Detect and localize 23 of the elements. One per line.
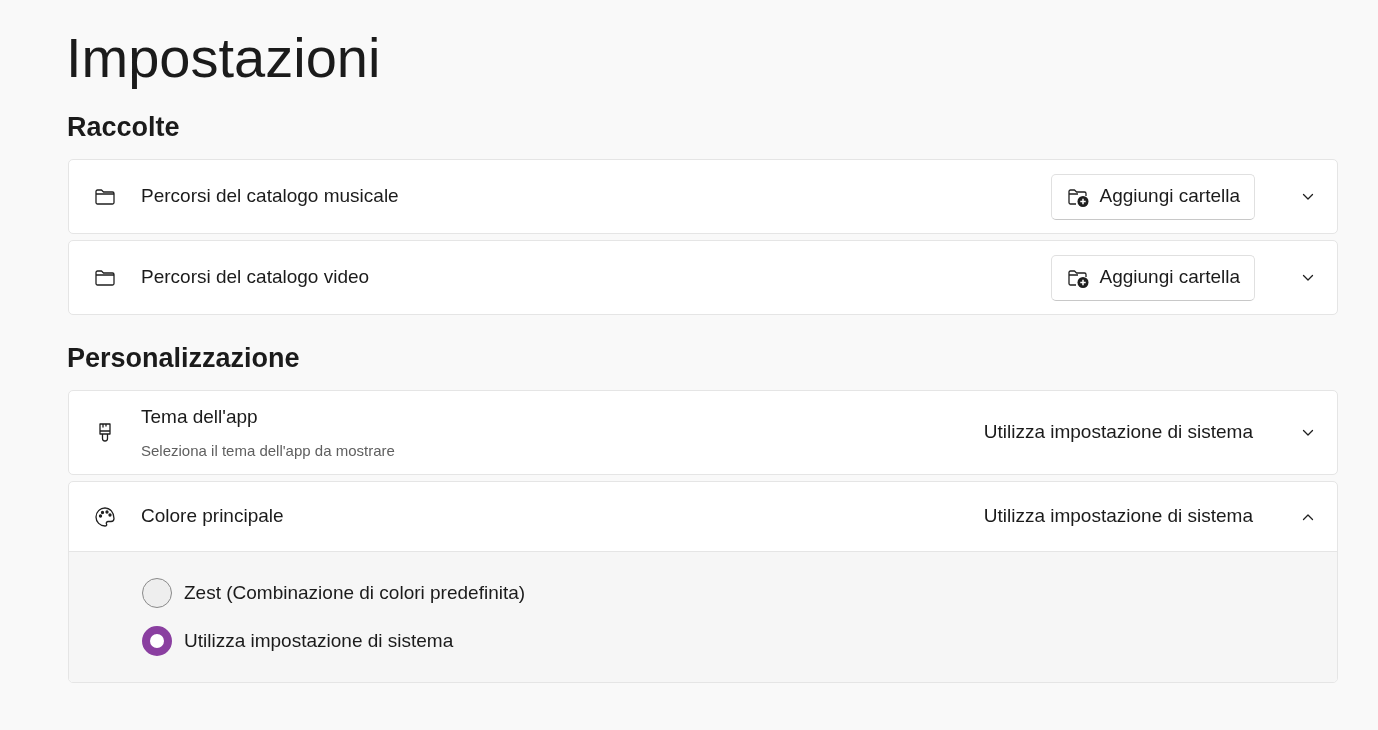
page-title: Impostazioni bbox=[66, 25, 381, 91]
setting-label: Percorsi del catalogo video bbox=[141, 265, 370, 290]
radio-button[interactable] bbox=[142, 578, 172, 608]
setting-label: Percorsi del catalogo musicale bbox=[141, 184, 399, 209]
setting-value: Utilizza impostazione di sistema bbox=[983, 420, 1253, 445]
radio-label: Utilizza impostazione di sistema bbox=[184, 628, 454, 653]
setting-label: Colore principale bbox=[141, 504, 284, 529]
settings-row[interactable]: Percorsi del catalogo musicale Aggiungi cartella bbox=[69, 160, 1337, 233]
setting-description: Seleziona il tema dell'app da mostrare bbox=[141, 440, 395, 461]
add-folder-button[interactable]: Aggiungi cartella bbox=[1050, 173, 1255, 220]
palette-icon bbox=[93, 504, 117, 529]
radio-label: Zest (Combinazione di colori predefinita) bbox=[184, 580, 526, 605]
setting-label: Tema dell'app bbox=[141, 405, 258, 429]
section-heading: Personalizzazione bbox=[66, 345, 300, 372]
settings-row[interactable]: Tema dell'app Seleziona il tema dell'app da mostrare Utilizza impostazione di sistema bbox=[69, 391, 1337, 474]
radio-button[interactable] bbox=[142, 626, 172, 656]
setting-value: Utilizza impostazione di sistema bbox=[983, 504, 1253, 529]
radio-option[interactable]: Utilizza impostazione di sistema bbox=[142, 626, 454, 656]
section-heading: Raccolte bbox=[66, 114, 180, 141]
settings-row[interactable]: Colore principale Utilizza impostazione di sistema bbox=[69, 482, 1337, 551]
settings-row[interactable]: Percorsi del catalogo video Aggiungi cartella bbox=[69, 241, 1337, 314]
radio-option[interactable]: Zest (Combinazione di colori predefinita) bbox=[142, 578, 526, 608]
add-folder-button[interactable]: Aggiungi cartella bbox=[1050, 254, 1255, 301]
